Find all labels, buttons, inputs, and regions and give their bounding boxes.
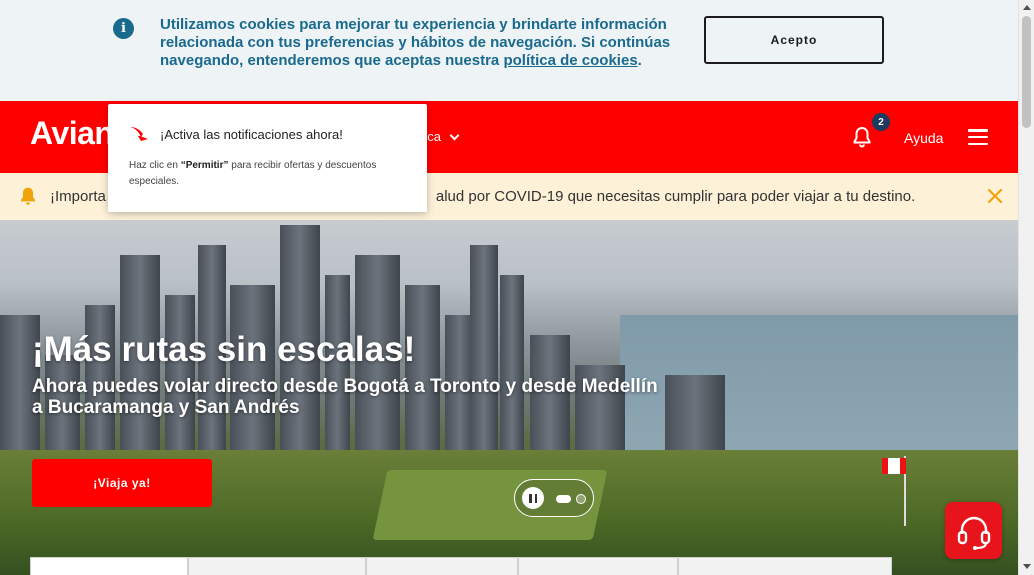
notification-title: ¡Activa las notificaciones ahora! <box>160 127 343 142</box>
cookie-banner: i Utilizamos cookies para mejorar tu exp… <box>0 0 1018 101</box>
skyline-building <box>165 295 195 455</box>
alert-text-start: ¡Importa <box>50 188 106 205</box>
skyline-building <box>665 375 725 455</box>
alert-text-end: alud por COVID-19 que necesitas cumplir … <box>435 188 916 205</box>
menu-icon[interactable] <box>968 129 988 145</box>
skyline-building <box>405 285 440 455</box>
booking-tabs <box>30 557 892 575</box>
booking-tab[interactable] <box>518 557 678 575</box>
chevron-down-icon <box>449 130 460 140</box>
hero-subtitle: Ahora puedes volar directo desde Bogotá … <box>32 376 658 418</box>
cookie-message: Utilizamos cookies para mejorar tu exper… <box>160 16 680 70</box>
close-icon[interactable] <box>986 187 1004 205</box>
notification-count-badge: 2 <box>872 113 890 131</box>
logo[interactable]: Avian <box>30 115 114 152</box>
bell-icon[interactable] <box>850 125 874 149</box>
booking-tab[interactable] <box>678 557 892 575</box>
skyline-building <box>230 285 275 455</box>
carousel-dot-active[interactable] <box>556 495 571 503</box>
notification-permission-popup[interactable]: ¡Activa las notificaciones ahora! Haz cl… <box>108 104 427 212</box>
booking-tab[interactable] <box>366 557 518 575</box>
notification-body: Haz clic en “Permitir” para recibir ofer… <box>129 158 409 190</box>
booking-tab[interactable] <box>188 557 366 575</box>
notification-permit-label: “Permitir” <box>180 160 229 171</box>
hero-banner: ¡Más rutas sin escalas! Ahora puedes vol… <box>0 220 1018 575</box>
scroll-up-arrow[interactable] <box>1023 5 1031 10</box>
avianca-bird-icon <box>130 127 148 141</box>
cookie-policy-link[interactable]: política de cookies <box>503 52 637 69</box>
viaja-ya-button[interactable]: ¡Viaja ya! <box>32 459 212 507</box>
help-link[interactable]: Ayuda <box>904 130 943 146</box>
alert-bell-icon <box>20 187 36 205</box>
canada-flag <box>882 458 906 474</box>
accept-cookies-button[interactable]: Acepto <box>704 16 884 64</box>
hero-title: ¡Más rutas sin escalas! <box>32 330 416 369</box>
carousel-controls <box>514 479 594 517</box>
headset-icon <box>957 516 990 550</box>
notification-body-prefix: Haz clic en <box>129 160 181 171</box>
page-scrollbar[interactable] <box>1018 0 1034 575</box>
carousel-dot[interactable] <box>576 494 586 504</box>
skyline-building <box>470 245 498 455</box>
pause-icon[interactable] <box>522 487 544 509</box>
cookie-text-suffix: . <box>637 52 642 69</box>
help-chat-button[interactable] <box>945 502 1002 559</box>
scroll-down-arrow[interactable] <box>1023 564 1031 569</box>
info-icon: i <box>113 18 134 39</box>
scroll-thumb[interactable] <box>1022 16 1031 128</box>
skyline-building <box>500 275 524 455</box>
booking-tab[interactable] <box>30 557 188 575</box>
